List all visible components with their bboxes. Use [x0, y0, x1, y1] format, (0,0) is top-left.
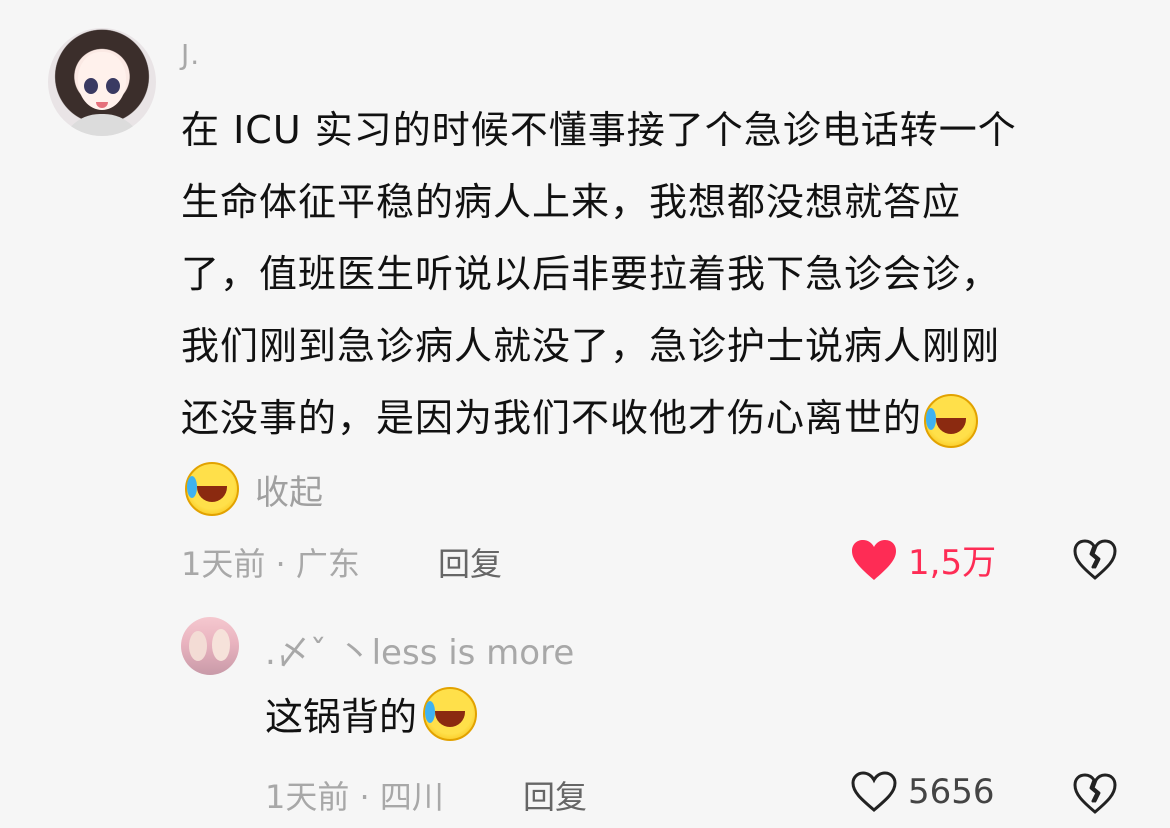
- comment-line: 我们刚到急诊病人就没了，急诊护士说病人刚刚: [181, 324, 1001, 368]
- replier-username[interactable]: .〆ˇ 丶less is more: [265, 625, 574, 674]
- rofl-emoji-icon: [924, 393, 979, 448]
- reply-button[interactable]: 回复: [438, 539, 502, 585]
- reply-text: 这锅背的: [265, 686, 478, 741]
- comment-text: 在 ICU 实习的时候不懂事接了个急诊电话转一个 生命体征平稳的病人上来，我想都…: [181, 94, 1121, 454]
- broken-heart-icon: [1073, 773, 1117, 814]
- comment-meta: 1天前 · 广东: [181, 545, 360, 583]
- reply-text-content: 这锅背的: [265, 695, 418, 739]
- heart-outline-icon: [851, 771, 897, 812]
- comment-line: 还没事的，是因为我们不收他才伤心离世的: [181, 382, 1121, 454]
- rofl-emoji-icon: [423, 686, 478, 741]
- reply-like-button[interactable]: 5656: [850, 770, 995, 814]
- comment-line: 了，值班医生听说以后非要拉着我下急诊会诊，: [181, 252, 1001, 296]
- replier-avatar[interactable]: [181, 617, 239, 675]
- comment-line: 生命体征平稳的病人上来，我想都没想就答应: [181, 180, 962, 224]
- collapse-button[interactable]: 收起: [255, 465, 323, 514]
- like-button[interactable]: 1,5万: [850, 535, 996, 584]
- comment-line: 在 ICU 实习的时候不懂事接了个急诊电话转一个: [181, 108, 1017, 152]
- reply-reply-button[interactable]: 回复: [523, 772, 587, 818]
- broken-heart-icon: [1073, 539, 1117, 580]
- commenter-avatar[interactable]: [48, 28, 156, 136]
- reply-meta: 1天前 · 四川: [265, 778, 444, 816]
- reply-dislike-button[interactable]: [1073, 772, 1117, 820]
- reply-like-count: 5656: [908, 772, 995, 812]
- heart-filled-icon: [852, 539, 896, 580]
- collapse-row: 收起: [183, 462, 323, 516]
- like-count: 1,5万: [908, 543, 997, 583]
- commenter-username[interactable]: J.: [181, 38, 200, 71]
- rofl-emoji-icon: [185, 462, 239, 516]
- dislike-button[interactable]: [1073, 538, 1117, 586]
